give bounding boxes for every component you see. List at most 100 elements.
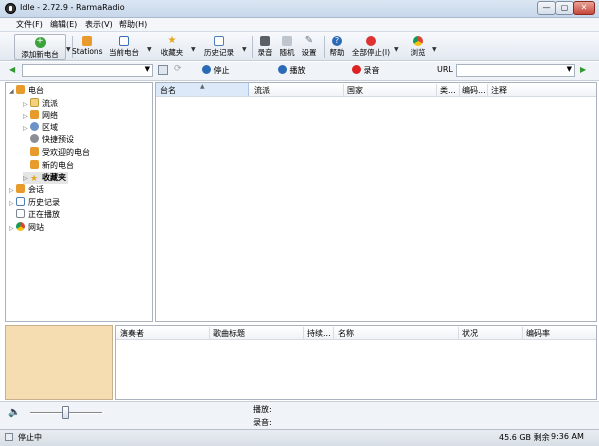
tree-item-sessions[interactable]: ▷ 会话	[9, 184, 44, 196]
stations-button[interactable]: Stations	[72, 34, 103, 60]
current-dropdown-arrow[interactable]: ▼	[147, 46, 152, 53]
tree-item-popular[interactable]: 受欢迎的电台	[30, 147, 90, 159]
col-type[interactable]: 类...	[440, 85, 456, 96]
radio-icon	[16, 85, 25, 94]
settings-button[interactable]: ✎ 设置	[300, 34, 318, 60]
toolbar: + 添加新电台 ▼ Stations 当前电台 ▼ ★ 收藏夹 ▼ 历史记录 ▼…	[0, 31, 599, 61]
stop-icon	[202, 65, 211, 74]
session-icon	[16, 184, 25, 193]
col-name[interactable]: 台名	[160, 85, 176, 96]
close-button[interactable]: ✕	[573, 1, 595, 15]
chevron-down-icon[interactable]: ▼	[145, 65, 150, 73]
column-divider[interactable]	[209, 327, 210, 339]
window-title: Idle - 2.72.9 - RarmaRadio	[20, 3, 125, 12]
random-button[interactable]: 随机	[278, 34, 296, 60]
col-bitrate[interactable]: 编码率	[526, 328, 550, 339]
tree-item-now-playing[interactable]: 正在播放	[16, 209, 60, 221]
stop-button[interactable]: 停止	[202, 65, 230, 76]
expand-icon[interactable]: ▷	[9, 198, 16, 210]
column-divider[interactable]	[459, 84, 460, 96]
tree-item-genre[interactable]: ▷ 流派	[23, 98, 58, 110]
globe-icon	[30, 122, 39, 131]
col-genre[interactable]: 流派	[254, 85, 270, 96]
popular-icon	[30, 147, 39, 156]
expand-icon[interactable]: ▷	[23, 123, 30, 135]
speaker-icon[interactable]: 🔈	[8, 407, 20, 418]
expand-icon[interactable]: ◢	[9, 86, 16, 98]
column-divider[interactable]	[303, 327, 304, 339]
wrench-icon: ✎	[304, 35, 314, 46]
menu-edit[interactable]: 编辑(E)	[50, 19, 77, 30]
col-artist[interactable]: 演奏者	[120, 328, 144, 339]
tree-item-region[interactable]: ▷ 区域	[23, 122, 58, 134]
col-duration[interactable]: 持续...	[307, 328, 331, 339]
record-icon	[352, 65, 361, 74]
menu-file[interactable]: 文件(F)	[16, 19, 43, 30]
url-label: URL	[437, 65, 453, 74]
history-icon	[214, 36, 224, 46]
browse-button[interactable]: 浏览	[408, 34, 428, 60]
stop-all-button[interactable]: 全部停止(I)	[351, 34, 391, 60]
list-view-icon[interactable]	[158, 65, 168, 75]
tree-item-new[interactable]: 新的电台	[30, 160, 74, 172]
col-track-name[interactable]: 名称	[338, 328, 354, 339]
network-icon	[30, 110, 39, 119]
go-arrow-icon[interactable]: ▶	[580, 65, 586, 74]
play-icon	[278, 65, 287, 74]
stop-all-dropdown-arrow[interactable]: ▼	[394, 46, 399, 53]
column-divider[interactable]	[436, 84, 437, 96]
tree-item-favorites[interactable]: ▷ ★ 收藏夹	[23, 172, 68, 184]
menu-view[interactable]: 表示(V)	[85, 19, 113, 30]
add-station-button[interactable]: + 添加新电台	[14, 34, 66, 60]
history-dropdown-arrow[interactable]: ▼	[242, 46, 247, 53]
back-arrow-icon[interactable]: ◀	[9, 65, 15, 74]
record-button[interactable]: 录音	[256, 34, 274, 60]
minimize-button[interactable]: —	[537, 1, 556, 15]
recorder-icon	[260, 36, 270, 46]
url-combo[interactable]: ▼	[456, 64, 575, 77]
toolbar-divider	[252, 36, 253, 58]
disk-free: 45.6 GB 剩余	[499, 433, 550, 442]
tree-item-history[interactable]: ▷ 历史记录	[9, 197, 60, 209]
help-button[interactable]: ? 帮助	[328, 34, 346, 60]
col-country[interactable]: 国家	[347, 85, 363, 96]
col-comment[interactable]: 注释	[491, 85, 507, 96]
chrome-icon	[16, 222, 25, 231]
col-song-title[interactable]: 歌曲标题	[213, 328, 245, 339]
status-text: 停止中	[18, 433, 42, 442]
col-status[interactable]: 状况	[462, 328, 478, 339]
play-button[interactable]: 播放	[278, 65, 306, 76]
column-divider[interactable]	[487, 84, 488, 96]
volume-slider-thumb[interactable]	[62, 406, 69, 419]
column-divider[interactable]	[333, 327, 334, 339]
expand-icon[interactable]: ▷	[9, 185, 16, 197]
station-combo[interactable]: ▼	[22, 64, 153, 77]
rec-button[interactable]: 录音	[352, 65, 380, 76]
add-dropdown-arrow[interactable]: ▼	[66, 46, 71, 53]
column-divider[interactable]	[343, 84, 344, 96]
maximize-button[interactable]: ▢	[555, 1, 574, 15]
star-icon: ★	[167, 35, 177, 46]
column-divider[interactable]	[458, 327, 459, 339]
column-divider[interactable]	[522, 327, 523, 339]
station-tree: ◢ 电台 ▷ 流派 ▷ 网络 ▷ 区域 快捷预设 受欢迎的电台 新的电台 ▷ ★ 收藏夹 ▷…	[5, 82, 153, 322]
star-icon: ★	[30, 174, 39, 184]
menu-help[interactable]: 帮助(H)	[119, 19, 147, 30]
tree-item-presets[interactable]: 快捷预设	[30, 134, 74, 146]
tree-item-network[interactable]: ▷ 网络	[23, 110, 58, 122]
browse-dropdown-arrow[interactable]: ▼	[432, 46, 437, 53]
history-button[interactable]: 历史记录	[201, 34, 237, 60]
tree-item-radio[interactable]: ◢ 电台	[9, 85, 44, 97]
track-list: 演奏者 歌曲标题 持续... 名称 状况 编码率	[115, 325, 597, 400]
folder-icon	[30, 98, 39, 107]
current-station-button[interactable]: 当前电台	[106, 34, 142, 60]
col-encoding[interactable]: 编码...	[462, 85, 486, 96]
favorites-button[interactable]: ★ 收藏夹	[159, 34, 185, 60]
help-icon: ?	[332, 36, 342, 46]
tree-item-websites[interactable]: ▷ 网站	[9, 222, 44, 234]
favorites-dropdown-arrow[interactable]: ▼	[191, 46, 196, 53]
chevron-down-icon[interactable]: ▼	[567, 65, 572, 73]
refresh-icon[interactable]: ⟳	[174, 64, 182, 74]
expand-icon[interactable]: ▷	[9, 223, 16, 235]
chrome-icon	[413, 36, 423, 46]
